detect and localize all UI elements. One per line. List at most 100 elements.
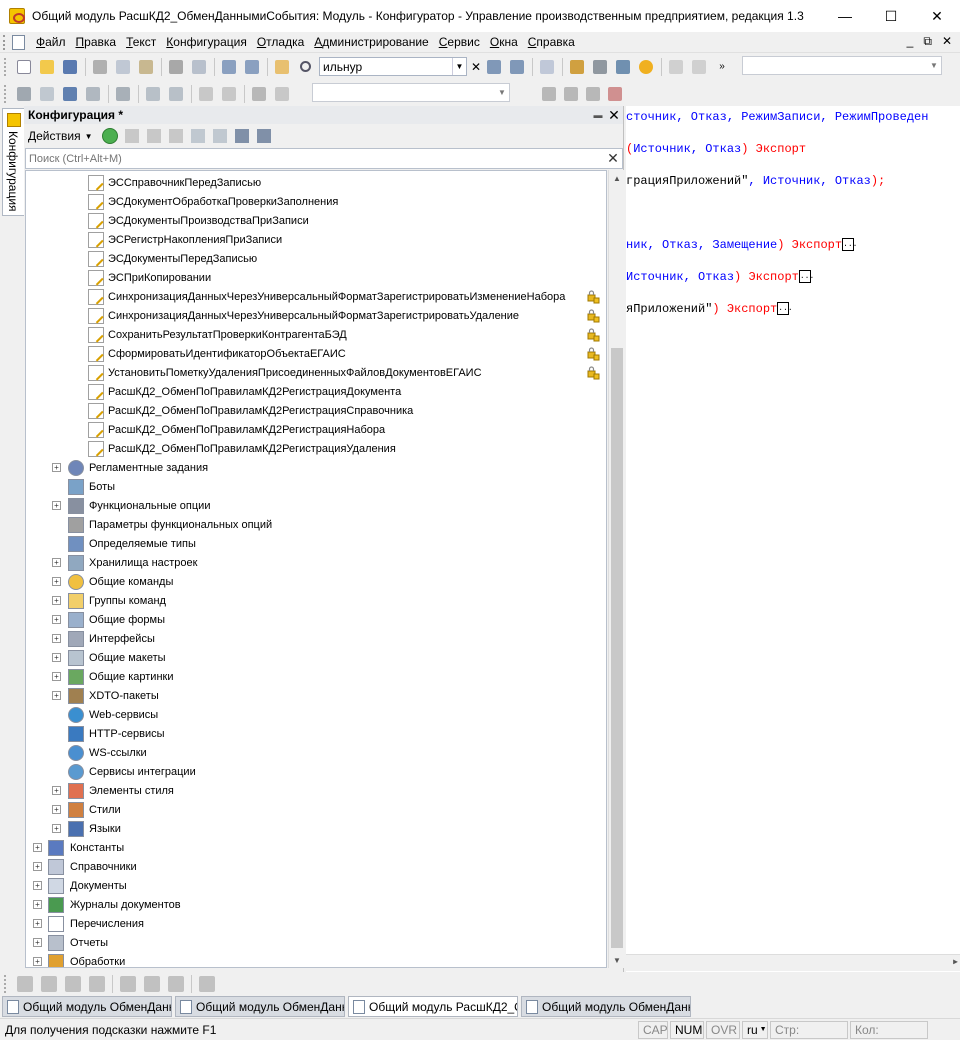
bookmark-prev-button[interactable]: [582, 83, 604, 105]
tree-item[interactable]: + Справочники: [26, 857, 606, 876]
uncomment-button[interactable]: [218, 83, 240, 105]
tree-search-input[interactable]: [26, 152, 604, 165]
menu-file[interactable]: Файл: [31, 35, 71, 49]
language-indicator[interactable]: ru ▼: [742, 1020, 768, 1039]
flag-clear-icon[interactable]: [89, 976, 105, 992]
mdi-minimize-button[interactable]: _: [907, 34, 914, 49]
info-button[interactable]: [635, 56, 657, 78]
debug-button[interactable]: [566, 56, 588, 78]
mdi-close-button[interactable]: ✕: [942, 34, 952, 49]
indent-button[interactable]: [248, 83, 270, 105]
save-button[interactable]: [59, 56, 81, 78]
config-button[interactable]: [36, 83, 58, 105]
code-hscrollbar[interactable]: ▶: [626, 954, 960, 971]
tree-expand-icon[interactable]: +: [52, 501, 61, 510]
redo-button[interactable]: [241, 56, 263, 78]
tree-item[interactable]: + Элементы стиля: [26, 781, 606, 800]
tree-item[interactable]: + Общие формы: [26, 610, 606, 629]
tree-scrollbar[interactable]: ▲ ▼: [608, 170, 624, 968]
tree-expand-icon[interactable]: +: [52, 653, 61, 662]
panel-close-button[interactable]: ✕: [605, 107, 623, 124]
toolbar-overflow-button[interactable]: »: [711, 56, 733, 78]
windows-button[interactable]: [536, 56, 558, 78]
tree-item[interactable]: ЭСДокументыПередЗаписью: [26, 249, 606, 268]
window-tab[interactable]: Общий модуль ОбменДанн...: [175, 996, 345, 1017]
tree-item[interactable]: ЭСДокументОбработкаПроверкиЗаполнения: [26, 192, 606, 211]
toolbar-combo[interactable]: ▼: [742, 56, 942, 75]
add-icon[interactable]: [101, 128, 118, 144]
edit-icon[interactable]: [124, 129, 139, 143]
new-button[interactable]: [13, 56, 35, 78]
run-button[interactable]: [112, 83, 134, 105]
goto-button[interactable]: [271, 83, 293, 105]
copy-button[interactable]: [112, 56, 134, 78]
tree-item[interactable]: СинхронизацияДанныхЧерезУниверсальныйФор…: [26, 306, 606, 325]
tree-item[interactable]: + Общие команды: [26, 572, 606, 591]
comment-button[interactable]: [195, 83, 217, 105]
procedure-combo[interactable]: ▼: [312, 83, 510, 102]
scroll-thumb[interactable]: [611, 348, 623, 948]
tree-item[interactable]: Параметры функциональных опций: [26, 515, 606, 534]
tree-expand-icon[interactable]: +: [33, 843, 42, 852]
tree-expand-icon[interactable]: +: [33, 900, 42, 909]
database-button[interactable]: [59, 83, 81, 105]
tree-item[interactable]: СохранитьРезультатПроверкиКонтрагентаБЭД: [26, 325, 606, 344]
tree-item[interactable]: + Обработки: [26, 952, 606, 967]
tree-expand-icon[interactable]: +: [33, 957, 42, 966]
menu-debug[interactable]: Отладка: [252, 35, 309, 49]
list-icon[interactable]: [120, 976, 136, 992]
tree-item[interactable]: + Общие макеты: [26, 648, 606, 667]
tree-item[interactable]: ЭСПриКопировании: [26, 268, 606, 287]
tree-expand-icon[interactable]: +: [52, 672, 61, 681]
menu-configuration[interactable]: Конфигурация: [161, 35, 252, 49]
dock-tab-configuration[interactable]: Конфигурация: [2, 108, 24, 216]
menu-service[interactable]: Сервис: [434, 35, 485, 49]
menu-windows[interactable]: Окна: [485, 35, 523, 49]
tree-search-field[interactable]: ✕: [25, 148, 623, 169]
window-tab[interactable]: Общий модуль ОбменДанн...: [2, 996, 172, 1017]
tree-item[interactable]: + Константы: [26, 838, 606, 857]
undo-button[interactable]: [218, 56, 240, 78]
scroll-right-icon[interactable]: ▶: [953, 957, 958, 967]
indent-more-icon[interactable]: [144, 976, 160, 992]
tree-item[interactable]: + Интерфейсы: [26, 629, 606, 648]
open-button[interactable]: [36, 56, 58, 78]
tree-expand-icon[interactable]: +: [33, 938, 42, 947]
bookmark-button[interactable]: [538, 83, 560, 105]
window-tab[interactable]: Общий модуль РасшКД2_О...: [348, 996, 518, 1017]
tree-item[interactable]: РасшКД2_ОбменПоПравиламКД2РегистрацияДок…: [26, 382, 606, 401]
delete-icon[interactable]: [168, 129, 183, 143]
tree-item[interactable]: + Стили: [26, 800, 606, 819]
close-button[interactable]: ✕: [914, 0, 960, 32]
breakpoint-button[interactable]: [665, 56, 687, 78]
menu-help[interactable]: Справка: [523, 35, 580, 49]
menu-grip[interactable]: [3, 34, 8, 50]
table-button[interactable]: [82, 83, 104, 105]
format-icon[interactable]: [199, 976, 215, 992]
tree-expand-icon[interactable]: +: [52, 463, 61, 472]
module-button[interactable]: [13, 83, 35, 105]
flag-prev-icon[interactable]: [65, 976, 81, 992]
filter-icon[interactable]: [256, 129, 271, 143]
pin-icon[interactable]: ▬: [591, 110, 605, 120]
tree-item[interactable]: СформироватьИдентификаторОбъектаЕГАИС: [26, 344, 606, 363]
tree-item[interactable]: + Общие картинки: [26, 667, 606, 686]
tree-item[interactable]: + Группы команд: [26, 591, 606, 610]
chevron-down-icon[interactable]: ▼: [452, 58, 466, 75]
tree-item[interactable]: ЭССправочникПередЗаписью: [26, 173, 606, 192]
menu-administration[interactable]: Администрирование: [309, 35, 433, 49]
tree-item[interactable]: Web-сервисы: [26, 705, 606, 724]
tree-expand-icon[interactable]: +: [52, 577, 61, 586]
tree-item[interactable]: + XDTO-пакеты: [26, 686, 606, 705]
find-prev-button[interactable]: [506, 56, 528, 78]
close-icon[interactable]: ✕: [604, 150, 622, 167]
tree-expand-icon[interactable]: +: [33, 862, 42, 871]
search-button[interactable]: [294, 56, 316, 78]
menu-edit[interactable]: Правка: [71, 35, 122, 49]
move-down-icon[interactable]: [212, 129, 227, 143]
tree-item[interactable]: СинхронизацияДанныхЧерезУниверсальныйФор…: [26, 287, 606, 306]
tree-item[interactable]: Боты: [26, 477, 606, 496]
tree-item[interactable]: Сервисы интеграции: [26, 762, 606, 781]
tree-item[interactable]: Определяемые типы: [26, 534, 606, 553]
scroll-down-icon[interactable]: ▼: [609, 952, 625, 968]
